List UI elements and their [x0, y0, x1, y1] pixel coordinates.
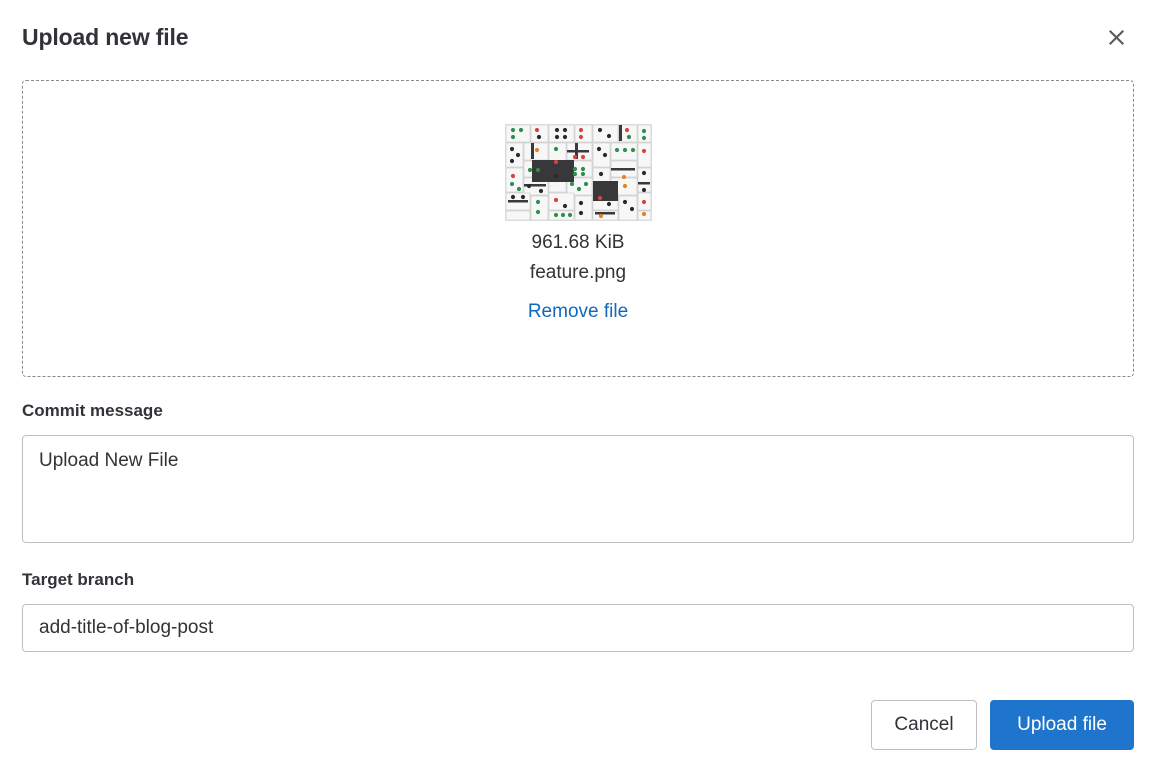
file-size-text: 961.68 KiB: [531, 232, 625, 253]
dominoes-image: [504, 124, 652, 221]
close-icon[interactable]: [1102, 23, 1130, 51]
file-dropzone[interactable]: 961.68 KiB feature.png Remove file: [22, 80, 1134, 377]
commit-message-label: Commit message: [22, 401, 163, 420]
file-name-text: feature.png: [529, 262, 627, 283]
page-title: Upload new file: [22, 24, 189, 50]
dialog-footer: Cancel Upload file: [22, 700, 1134, 750]
file-preview-thumbnail: [504, 124, 652, 221]
upload-new-file-dialog: Upload new file 961.68 KiB feature.png R…: [0, 0, 1156, 768]
remove-file-link[interactable]: Remove file: [528, 297, 628, 327]
target-branch-label: Target branch: [22, 570, 135, 589]
cancel-button[interactable]: Cancel: [871, 700, 977, 750]
close-icon-glyph: [1108, 29, 1124, 45]
target-branch-input[interactable]: [22, 604, 1134, 652]
upload-file-button[interactable]: Upload file: [990, 700, 1134, 750]
dialog-header: Upload new file: [22, 16, 1134, 58]
commit-message-input[interactable]: [22, 435, 1134, 543]
